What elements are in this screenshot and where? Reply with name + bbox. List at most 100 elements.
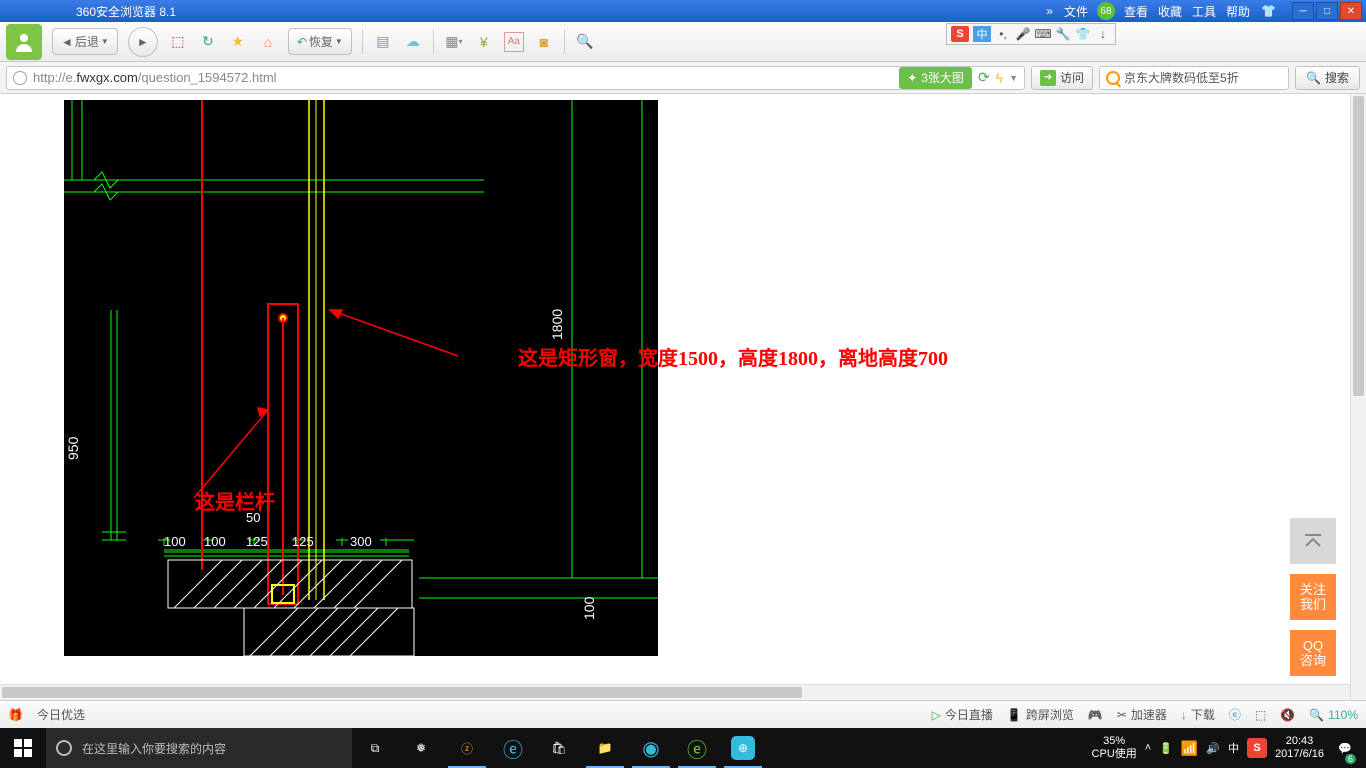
battery-icon[interactable]: 🔋	[1159, 742, 1173, 755]
favorite-star-icon[interactable]: ★	[228, 32, 248, 52]
side-buttons: 关注我们 QQ咨询	[1290, 518, 1336, 676]
cross-screen-button[interactable]: 📱跨屏浏览	[1007, 706, 1074, 723]
search-tool-icon[interactable]: 🔍	[575, 32, 595, 52]
url-text: http://e.fwxgx.com/question_1594572.html	[33, 70, 893, 85]
ime-punct-icon[interactable]: •,	[995, 26, 1011, 42]
close-button[interactable]: ✕	[1340, 2, 1362, 20]
zoom-level[interactable]: 🔍110%	[1309, 708, 1358, 722]
arrow-icon: ➜	[1040, 70, 1056, 86]
ime-indicator[interactable]: 中	[1228, 740, 1239, 756]
annotation-rail: 这是栏杆	[195, 486, 275, 515]
rocket-icon: ✂	[1117, 708, 1127, 722]
cpu-meter[interactable]: 35% CPU使用	[1092, 735, 1137, 761]
360browser-button[interactable]: ⓔ	[674, 728, 720, 768]
ime-tool-icon[interactable]: 🔧	[1055, 26, 1071, 42]
flash-icon[interactable]: ϟ	[996, 70, 1003, 86]
follow-us-button[interactable]: 关注我们	[1290, 574, 1336, 620]
url-dropdown-icon[interactable]: ▼	[1009, 73, 1018, 83]
image-count-pill[interactable]: ✦ 3张大图	[899, 67, 972, 89]
cortana-search[interactable]: 在这里输入你要搜索的内容	[46, 728, 352, 768]
ime-voice-icon[interactable]: 🎤	[1015, 26, 1031, 42]
menu-tools[interactable]: 工具	[1192, 3, 1216, 20]
menu-favorites[interactable]: 收藏	[1158, 3, 1182, 20]
360zip-button[interactable]: ⓩ	[444, 728, 490, 768]
cortana-app-button[interactable]: ❅	[398, 728, 444, 768]
browser-icon: ⓔ	[687, 734, 707, 763]
money-icon[interactable]: ¥	[474, 32, 494, 52]
maximize-button[interactable]: □	[1316, 2, 1338, 20]
scrollbar-thumb[interactable]	[1353, 96, 1364, 396]
app-button[interactable]: ⊕	[720, 728, 766, 768]
ime-shirt-icon[interactable]: 👕	[1075, 26, 1091, 42]
dim-950: 950	[65, 436, 81, 460]
menu-file[interactable]: 文件	[1064, 3, 1088, 20]
minimize-button[interactable]: ─	[1292, 2, 1314, 20]
ie-mode-icon[interactable]: ⓔ	[1229, 706, 1241, 723]
notification-badge[interactable]: 68	[1097, 2, 1115, 20]
search-engine-icon	[1106, 71, 1120, 85]
menu-view[interactable]: 查看	[1124, 3, 1148, 20]
folder-icon: 📁	[598, 741, 613, 755]
go-button[interactable]: ➜ 访问	[1031, 66, 1093, 90]
start-button[interactable]	[0, 728, 46, 768]
sogou-tray-icon[interactable]: S	[1247, 738, 1267, 758]
chevrons-icon[interactable]: »	[1046, 4, 1053, 18]
360safe-button[interactable]: ◉	[628, 728, 674, 768]
sogou-icon[interactable]: S	[951, 26, 969, 42]
share-icon[interactable]: ⟳	[978, 69, 990, 86]
ime-keyboard-icon[interactable]: ⌨	[1035, 26, 1051, 42]
vertical-scrollbar[interactable]	[1350, 94, 1366, 700]
ime-toolbar[interactable]: S 中 •, 🎤 ⌨ 🔧 👕 ↓	[946, 23, 1116, 45]
scroll-top-button[interactable]	[1290, 518, 1336, 564]
status-today[interactable]: 今日优选	[37, 706, 85, 723]
volume-icon[interactable]: 🔊	[1206, 742, 1220, 755]
ime-chinese-icon[interactable]: 中	[973, 26, 991, 42]
gift-icon[interactable]: 🎁	[8, 708, 23, 722]
horizontal-scrollbar[interactable]	[0, 684, 1350, 700]
user-avatar[interactable]	[6, 24, 42, 60]
dropdown-icon: ▼	[335, 37, 343, 46]
bookmark-icon[interactable]: ▤	[373, 32, 393, 52]
edge-button[interactable]: ⓔ	[490, 728, 536, 768]
task-view-button[interactable]: ⧉	[352, 728, 398, 768]
arrow-right-icon: ►	[137, 35, 149, 49]
home-icon[interactable]: ⌂	[258, 32, 278, 52]
translate-icon[interactable]: Aa	[504, 32, 524, 52]
refresh-icon[interactable]: ↻	[198, 32, 218, 52]
play-icon: ▷	[932, 708, 941, 722]
download-button[interactable]: ↓下载	[1181, 706, 1215, 723]
zip-icon: ⓩ	[461, 740, 473, 757]
explorer-button[interactable]: 📁	[582, 728, 628, 768]
tray-chevron-icon[interactable]: ˄	[1145, 742, 1151, 754]
windows-taskbar: 在这里输入你要搜索的内容 ⧉ ❅ ⓩ ⓔ 🛍 📁 ◉ ⓔ ⊕ 35% CPU使用…	[0, 728, 1366, 768]
scrollbar-thumb[interactable]	[2, 687, 802, 698]
grid-apps-icon[interactable]: ▦▾	[444, 32, 464, 52]
search-input[interactable]: 京东大牌数码低至5折	[1099, 66, 1289, 90]
url-input[interactable]: http://e.fwxgx.com/question_1594572.html…	[6, 66, 1025, 90]
forward-button[interactable]: ►	[128, 27, 158, 57]
svg-text:125: 125	[246, 534, 268, 549]
cloud-icon[interactable]: ☁	[403, 32, 423, 52]
game-icon[interactable]: 🎮	[1088, 708, 1103, 722]
store-button[interactable]: 🛍	[536, 728, 582, 768]
download-icon: ↓	[1181, 708, 1187, 722]
accelerator-button[interactable]: ✂加速器	[1117, 706, 1167, 723]
stop-icon[interactable]: ⬚	[168, 32, 188, 52]
tshirt-icon[interactable]: 👕	[1261, 4, 1276, 18]
search-button[interactable]: 🔍 搜索	[1295, 66, 1360, 90]
menu-help[interactable]: 帮助	[1226, 3, 1250, 20]
qq-consult-button[interactable]: QQ咨询	[1290, 630, 1336, 676]
back-button[interactable]: ◄ 后退 ▼	[52, 28, 118, 55]
restore-button[interactable]: ↶ 恢复 ▼	[288, 28, 352, 55]
ime-menu-icon[interactable]: ↓	[1095, 26, 1111, 42]
clock[interactable]: 20:43 2017/6/16	[1275, 735, 1324, 761]
wifi-icon[interactable]: 📶	[1181, 740, 1198, 757]
svg-text:100: 100	[204, 534, 226, 549]
mute-icon[interactable]: 🔇	[1280, 708, 1295, 722]
cad-drawing: 950 1800 100 50 100 100 125 125 300	[64, 100, 658, 656]
block-icon[interactable]: ⬚	[1255, 708, 1266, 722]
dim-1800: 1800	[549, 309, 565, 340]
live-button[interactable]: ▷今日直播	[932, 706, 993, 723]
snapshot-icon[interactable]: ◙	[534, 32, 554, 52]
action-center-button[interactable]: 💬 6	[1332, 728, 1358, 768]
